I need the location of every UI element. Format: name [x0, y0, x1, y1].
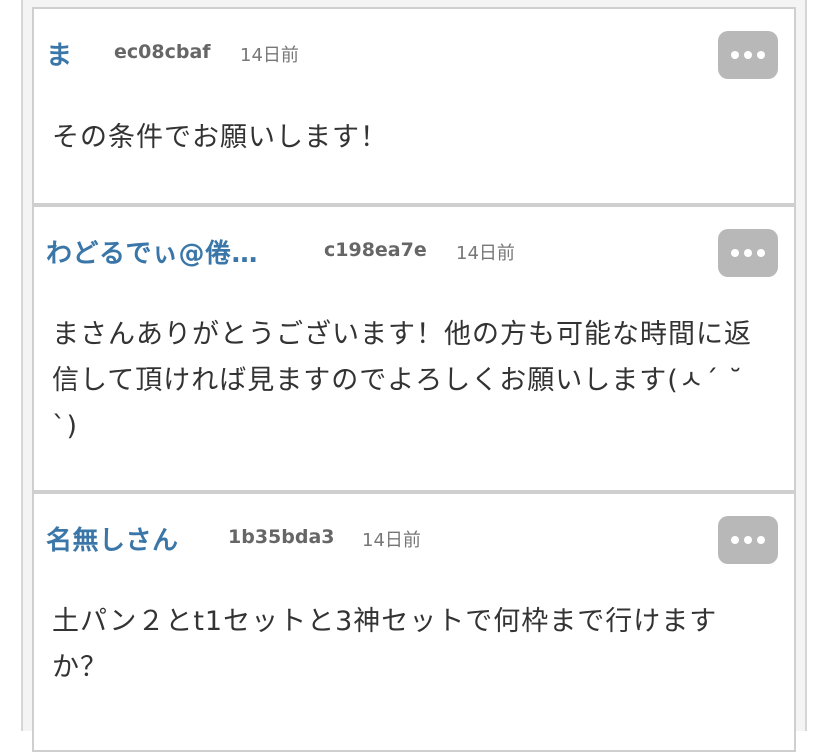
comment-author[interactable]: わどるでぃ@倦…: [46, 233, 258, 270]
comment-timestamp: 14日前: [362, 530, 421, 551]
comment-card: わどるでぃ@倦… c198ea7e 14日前 まさんありがとうございます！他の方…: [32, 205, 796, 492]
more-options-icon: [744, 249, 752, 257]
comment-user-id: 1b35bda3: [228, 526, 335, 548]
comment-author[interactable]: ま: [46, 35, 73, 72]
comment-header: 名無しさん 1b35bda3 14日前: [46, 516, 778, 566]
more-options-button[interactable]: [718, 31, 778, 79]
more-options-icon: [744, 51, 752, 59]
comment-user-id: ec08cbaf: [114, 41, 211, 63]
more-options-icon: [731, 536, 739, 544]
comment-body: その条件でお願いします！: [52, 122, 388, 153]
more-options-icon: [757, 536, 765, 544]
comment-card: 名無しさん 1b35bda3 14日前 土パン２とt1セットと3神セットで何枠ま…: [32, 492, 796, 752]
comment-card: ま ec08cbaf 14日前 その条件でお願いします！: [32, 7, 796, 205]
comment-header: わどるでぃ@倦… c198ea7e 14日前: [46, 229, 778, 279]
comment-timestamp: 14日前: [456, 243, 515, 264]
comment-header: ま ec08cbaf 14日前: [46, 31, 778, 81]
more-options-icon: [757, 249, 765, 257]
comment-body: 土パン２とt1セットと3神セットで何枠まで行けますか？: [52, 606, 718, 683]
comment-timestamp: 14日前: [240, 45, 299, 66]
comment-user-id: c198ea7e: [324, 239, 427, 261]
more-options-icon: [731, 249, 739, 257]
more-options-icon: [757, 51, 765, 59]
more-options-button[interactable]: [718, 516, 778, 564]
more-options-icon: [731, 51, 739, 59]
more-options-button[interactable]: [718, 229, 778, 277]
comment-body: まさんありがとうございます！他の方も可能な時間に返信して頂ければ見ますのでよろし…: [52, 319, 752, 442]
comment-author[interactable]: 名無しさん: [46, 520, 179, 557]
more-options-icon: [744, 536, 752, 544]
